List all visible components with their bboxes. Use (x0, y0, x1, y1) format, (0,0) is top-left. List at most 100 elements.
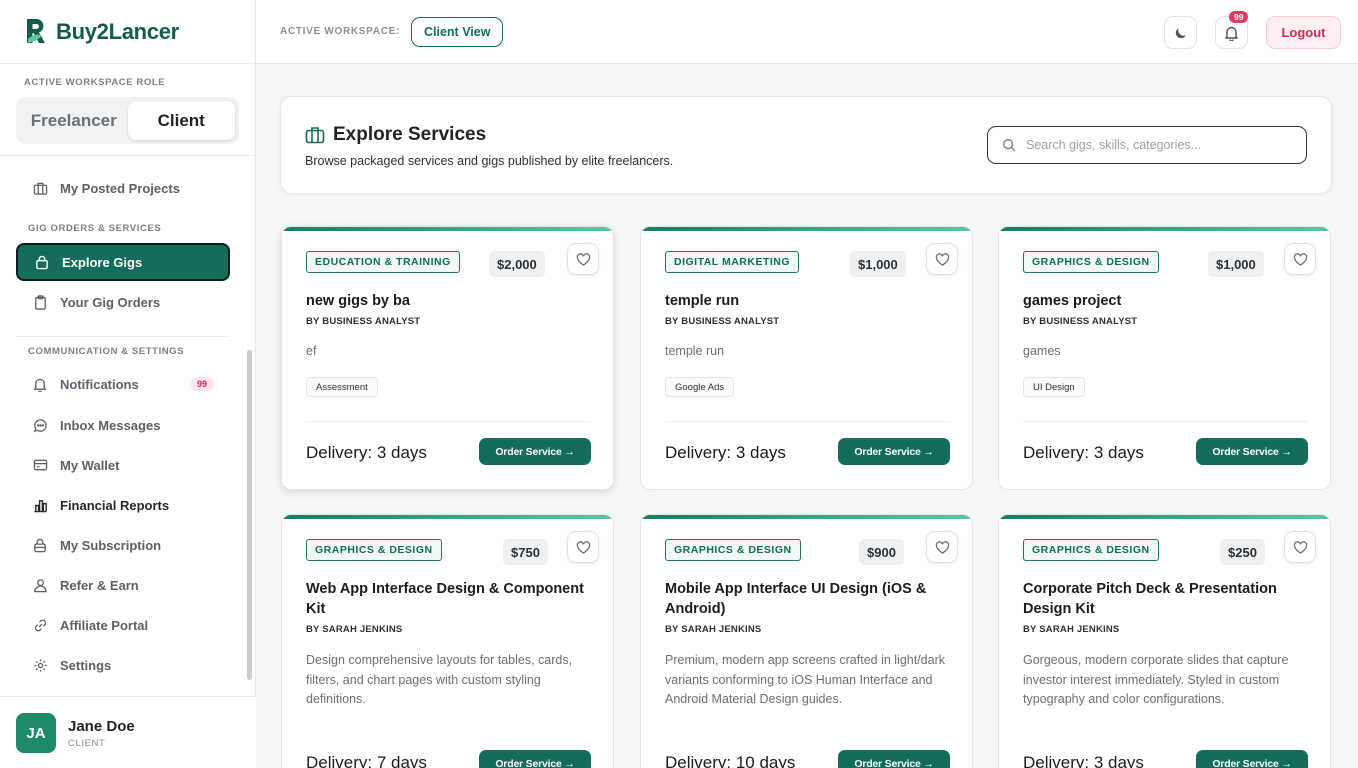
clipboard-icon (32, 294, 48, 310)
gig-card[interactable]: DIGITAL MARKETING $1,000 temple run BY B… (640, 226, 973, 490)
gig-author: BY SARAH JENKINS (1023, 624, 1120, 635)
price-badge: $900 (859, 539, 904, 565)
order-service-button[interactable]: Order Service → (838, 750, 950, 768)
brand-name: Buy2Lancer (56, 18, 179, 44)
gig-title[interactable]: Mobile App Interface UI Design (iOS & An… (665, 579, 955, 619)
notification-count-badge: 99 (189, 377, 214, 391)
card-accent-bar (282, 515, 613, 519)
price-badge: $1,000 (1208, 251, 1264, 277)
favorite-button[interactable] (926, 531, 958, 563)
delivery-time: Delivery: 3 days (306, 443, 427, 462)
logout-button[interactable]: Logout (1266, 16, 1341, 49)
brand-header[interactable]: Buy2Lancer (0, 0, 255, 64)
favorite-button[interactable] (1284, 243, 1316, 275)
gig-card[interactable]: GRAPHICS & DESIGN $750 Web App Interface… (281, 514, 614, 768)
role-label: ACTIVE WORKSPACE ROLE (24, 77, 166, 88)
card-accent-bar (641, 227, 972, 231)
user-role: CLIENT (68, 738, 106, 749)
order-service-button[interactable]: Order Service → (1196, 750, 1308, 768)
divider (665, 421, 950, 422)
logo-icon (27, 18, 45, 43)
sidebar-item-label: Settings (60, 657, 112, 673)
divider (16, 336, 230, 337)
price-badge: $2,000 (489, 251, 545, 277)
role-freelancer[interactable]: Freelancer (20, 101, 128, 140)
gig-card[interactable]: GRAPHICS & DESIGN $900 Mobile App Interf… (640, 514, 973, 768)
sidebar-item-label: Your Gig Orders (60, 294, 161, 310)
favorite-button[interactable] (926, 243, 958, 275)
sidebar-item-explore-gigs[interactable]: Explore Gigs (16, 243, 230, 281)
search-input[interactable] (1026, 138, 1296, 152)
gig-title[interactable]: temple run (665, 291, 955, 311)
briefcase-icon (305, 127, 325, 144)
bell-icon (1224, 26, 1239, 41)
delivery-time: Delivery: 3 days (665, 443, 786, 462)
skill-tag: Google Ads (665, 377, 735, 397)
lock-icon (32, 537, 48, 553)
sidebar-item-label: My Subscription (60, 537, 162, 553)
favorite-button[interactable] (567, 531, 599, 563)
gig-description: Premium, modern app screens crafted in l… (665, 653, 945, 706)
delivery-time: Delivery: 7 days (306, 753, 427, 768)
gig-card[interactable]: EDUCATION & TRAINING $2,000 new gigs by … (281, 226, 614, 490)
order-service-button[interactable]: Order Service → (838, 438, 950, 465)
sidebar-scrollbar[interactable] (247, 350, 252, 680)
gig-description: games (1023, 344, 1061, 358)
section-label-comm: COMMUNICATION & SETTINGS (28, 346, 185, 357)
sidebar-item-notifications[interactable]: Notifications 99 (16, 366, 230, 402)
sidebar-item-label: My Posted Projects (60, 180, 180, 196)
gear-icon (32, 657, 48, 673)
gig-description: ef (306, 344, 317, 358)
gig-author: BY SARAH JENKINS (306, 624, 403, 635)
category-badge: GRAPHICS & DESIGN (1023, 539, 1159, 561)
moon-icon (1175, 27, 1186, 38)
sidebar-item-my-wallet[interactable]: My Wallet (16, 447, 230, 483)
gig-title[interactable]: Web App Interface Design & Component Kit (306, 579, 596, 619)
order-service-button[interactable]: Order Service → (479, 438, 591, 465)
wallet-icon (32, 457, 48, 473)
heart-icon (1293, 252, 1307, 266)
page-title: Explore Services (333, 124, 487, 145)
users-icon (32, 577, 48, 593)
sidebar-item-my-subscription[interactable]: My Subscription (16, 527, 230, 563)
heart-icon (935, 540, 949, 554)
sidebar-item-settings[interactable]: Settings (16, 647, 230, 683)
order-service-button[interactable]: Order Service → (1196, 438, 1308, 465)
divider (1023, 421, 1308, 422)
sidebar-item-financial-reports[interactable]: Financial Reports (16, 487, 230, 523)
favorite-button[interactable] (1284, 531, 1316, 563)
sidebar-item-inbox-messages[interactable]: Inbox Messages (16, 407, 230, 443)
favorite-button[interactable] (567, 243, 599, 275)
gig-card[interactable]: GRAPHICS & DESIGN $250 Corporate Pitch D… (998, 514, 1331, 768)
role-client[interactable]: Client (127, 101, 235, 140)
sidebar-item-my-posted-projects[interactable]: My Posted Projects (16, 170, 230, 206)
order-service-button[interactable]: Order Service → (479, 750, 591, 768)
search-box[interactable] (987, 126, 1307, 164)
explore-header-card: Explore Services Browse packaged service… (280, 96, 1332, 194)
search-icon (1003, 139, 1016, 152)
card-accent-bar (282, 227, 613, 231)
chat-icon (32, 417, 48, 433)
bell-icon (32, 376, 48, 392)
sidebar-item-label: Notifications (60, 376, 139, 392)
theme-toggle-button[interactable] (1164, 16, 1197, 49)
gig-title[interactable]: Corporate Pitch Deck & Presentation Desi… (1023, 579, 1313, 619)
gig-card[interactable]: GRAPHICS & DESIGN $1,000 games project B… (998, 226, 1331, 490)
notification-badge: 99 (1229, 11, 1249, 23)
sidebar-item-refer-earn[interactable]: Refer & Earn (16, 567, 230, 603)
gig-title[interactable]: games project (1023, 291, 1313, 311)
category-badge: GRAPHICS & DESIGN (665, 539, 801, 561)
delivery-time: Delivery: 3 days (1023, 753, 1144, 768)
client-view-button[interactable]: Client View (411, 17, 504, 47)
user-profile[interactable]: JA Jane Doe CLIENT (0, 696, 256, 768)
sidebar-item-label: My Wallet (60, 457, 120, 473)
price-badge: $1,000 (850, 251, 906, 277)
sidebar-item-label: Affiliate Portal (60, 617, 149, 633)
sidebar-item-your-gig-orders[interactable]: Your Gig Orders (16, 284, 230, 320)
card-accent-bar (999, 515, 1330, 519)
sidebar-item-label: Inbox Messages (60, 417, 161, 433)
gig-title[interactable]: new gigs by ba (306, 291, 596, 311)
sidebar: Buy2Lancer ACTIVE WORKSPACE ROLE Freelan… (0, 0, 256, 768)
gig-author: BY SARAH JENKINS (665, 624, 762, 635)
sidebar-item-affiliate-portal[interactable]: Affiliate Portal (16, 607, 230, 643)
